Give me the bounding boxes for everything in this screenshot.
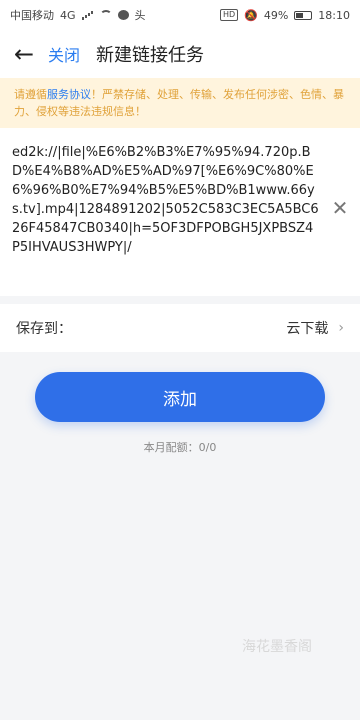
quota-text: 本月配额：0/0 — [143, 441, 217, 454]
signal-icon — [81, 11, 94, 20]
battery-icon — [294, 10, 313, 20]
status-right: HD 🔕 49% 18:10 — [219, 8, 350, 22]
notice-prefix: 请遵循 — [14, 88, 47, 101]
battery-percent: 49% — [263, 8, 289, 22]
clock: 18:10 — [318, 8, 350, 22]
status-bar: 中国移动 4G 头 HD 🔕 49% 18:10 — [0, 0, 360, 30]
save-label: 保存到： — [16, 321, 72, 337]
watermark: 海花墨香阁 — [242, 639, 312, 655]
chevron-right-icon: › — [338, 320, 344, 336]
back-arrow-icon[interactable]: ← — [4, 30, 44, 78]
page-title: 新建链接任务 — [96, 45, 205, 66]
close-button[interactable]: 关闭 — [48, 42, 80, 66]
network-label: 4G — [60, 8, 76, 22]
save-target[interactable]: 云下载 › — [286, 318, 344, 338]
wifi-icon — [99, 10, 112, 20]
save-target-label: 云下载 — [286, 321, 329, 337]
hd-badge: HD — [219, 9, 239, 21]
app-badge: 头 — [134, 9, 146, 22]
notice-banner: 请遵循服务协议！严禁存储、处理、传输、发布任何涉密、色情、暴力、侵权等违法违规信… — [0, 78, 360, 128]
link-input-area[interactable]: ed2k://|file|%E6%B2%B3%E7%95%94.720p.BD%… — [0, 128, 360, 296]
service-agreement-link[interactable]: 服务协议 — [47, 88, 91, 101]
clear-icon[interactable]: ✕ — [330, 198, 350, 218]
header-bar: ← 关闭 新建链接任务 — [0, 30, 360, 78]
save-location-row[interactable]: 保存到： 云下载 › — [0, 304, 360, 352]
status-left: 中国移动 4G 头 — [10, 7, 146, 23]
link-input[interactable]: ed2k://|file|%E6%B2%B3%E7%95%94.720p.BD%… — [12, 143, 320, 291]
add-button[interactable]: 添加 — [35, 372, 325, 422]
mute-icon: 🔕 — [244, 8, 258, 22]
carrier-label: 中国移动 — [10, 9, 54, 22]
message-icon — [117, 10, 129, 20]
